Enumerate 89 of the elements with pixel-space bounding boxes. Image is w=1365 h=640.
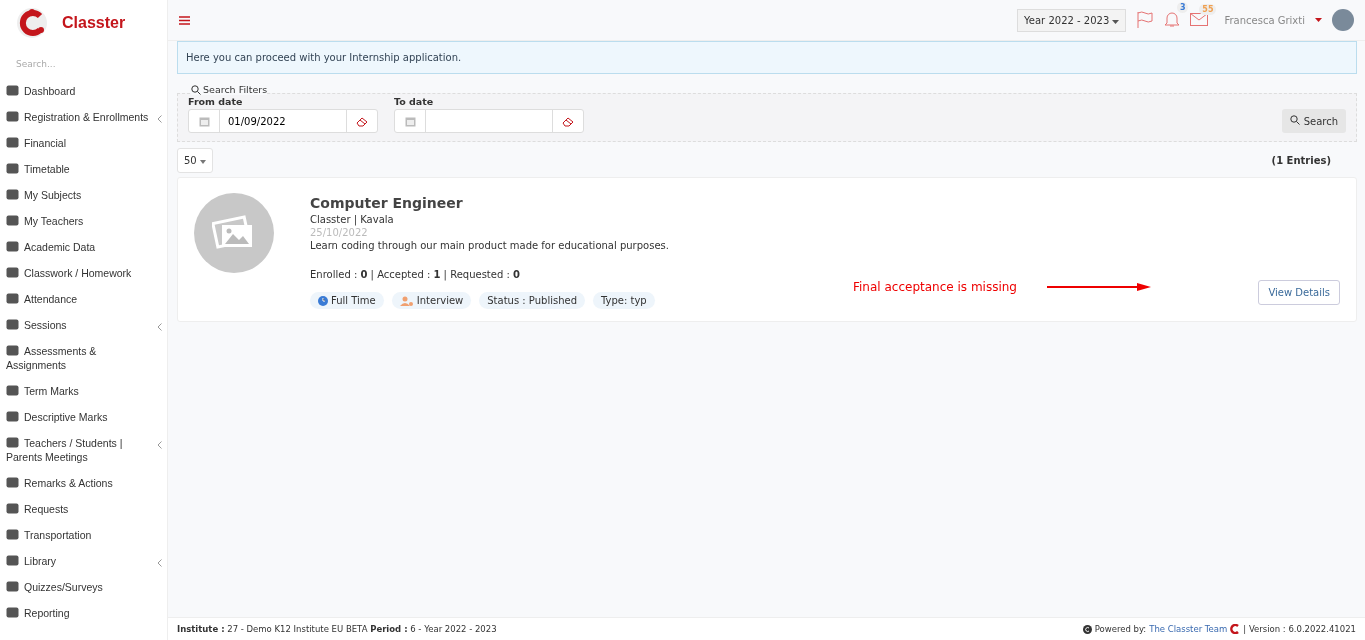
view-details-button[interactable]: View Details bbox=[1258, 280, 1340, 305]
copyright-icon bbox=[1082, 624, 1092, 634]
brand-name: Classter bbox=[62, 14, 126, 32]
sidebar-item[interactable]: Term Marks bbox=[0, 378, 167, 404]
tag: Interview bbox=[391, 292, 472, 309]
avatar[interactable] bbox=[1332, 9, 1354, 31]
square-icon bbox=[6, 189, 19, 200]
sidebar-item[interactable]: Dashboard bbox=[0, 78, 167, 104]
sidebar-item[interactable]: Remarks & Actions bbox=[0, 470, 167, 496]
square-icon bbox=[6, 345, 19, 356]
sidebar-item[interactable]: Classwork / Homework bbox=[0, 260, 167, 286]
annotation-text: Final acceptance is missing bbox=[853, 280, 1017, 294]
date-field[interactable] bbox=[394, 109, 584, 133]
sidebar-item[interactable]: Reporting bbox=[0, 600, 167, 626]
square-icon bbox=[6, 411, 19, 422]
bell-icon[interactable] bbox=[1164, 10, 1181, 28]
calendar-icon bbox=[198, 115, 210, 127]
sidebar-item[interactable]: Transportation bbox=[0, 522, 167, 548]
sidebar-item[interactable]: Quizzes/Surveys bbox=[0, 574, 167, 600]
date-field[interactable]: 01/09/2022 bbox=[188, 109, 378, 133]
square-icon bbox=[6, 111, 19, 122]
sidebar-item[interactable]: Library bbox=[0, 548, 167, 574]
field-label: To date bbox=[394, 96, 435, 107]
sidebar-item[interactable]: Descriptive Marks bbox=[0, 404, 167, 430]
square-icon bbox=[6, 319, 19, 330]
user-name[interactable]: Francesca Grixti bbox=[1224, 14, 1305, 26]
notification-count: 3 bbox=[1176, 2, 1189, 13]
sidebar-item[interactable]: Teachers / Students | Parents Meetings bbox=[0, 430, 167, 470]
eraser-icon[interactable] bbox=[561, 115, 575, 127]
team-link[interactable]: The Classter Team bbox=[1149, 624, 1228, 634]
sidebar-item[interactable]: Assessments & Assignments bbox=[0, 338, 167, 378]
person-icon bbox=[399, 295, 414, 306]
sidebar-item[interactable]: My Teachers bbox=[0, 208, 167, 234]
sidebar-item[interactable]: Requests bbox=[0, 496, 167, 522]
square-icon bbox=[6, 267, 19, 278]
menu-icon[interactable] bbox=[179, 15, 190, 25]
info-message: Here you can proceed with your Internship application. bbox=[177, 41, 1357, 74]
square-icon bbox=[6, 163, 19, 174]
version: | Version : 6.0.2022.41021 bbox=[1243, 624, 1356, 634]
caret-icon bbox=[1315, 18, 1322, 22]
sidebar-item[interactable]: Attendance bbox=[0, 286, 167, 312]
organization: Classter | Kavala bbox=[310, 214, 395, 225]
square-icon bbox=[6, 241, 19, 252]
square-icon bbox=[6, 137, 19, 148]
calendar-icon bbox=[404, 115, 416, 127]
search-icon bbox=[1290, 115, 1301, 125]
logo-icon bbox=[16, 7, 48, 39]
eraser-icon[interactable] bbox=[355, 115, 369, 127]
description: Learn coding through our main product made for educational purposes. bbox=[310, 240, 669, 251]
caret-icon bbox=[199, 160, 206, 164]
sidebar-item[interactable]: Sessions bbox=[0, 312, 167, 338]
sidebar-item[interactable]: My Subjects bbox=[0, 182, 167, 208]
date: 25/10/2022 bbox=[310, 227, 369, 238]
filters-legend: Search Filters bbox=[203, 84, 268, 95]
square-icon bbox=[6, 555, 19, 566]
square-icon bbox=[6, 85, 19, 96]
square-icon bbox=[6, 385, 19, 396]
tag: Full Time bbox=[310, 292, 384, 309]
entries-count: (1 Entries) bbox=[1271, 155, 1331, 166]
tag: Type: typ bbox=[593, 292, 655, 309]
envelope-icon[interactable] bbox=[1190, 12, 1209, 26]
clock-icon bbox=[318, 295, 328, 306]
tag: Status : Published bbox=[479, 292, 585, 309]
square-icon bbox=[6, 581, 19, 592]
square-icon bbox=[6, 503, 19, 514]
square-icon bbox=[6, 477, 19, 488]
caret-icon bbox=[1112, 19, 1120, 24]
sidebar-item[interactable]: Financial bbox=[0, 130, 167, 156]
search-icon bbox=[191, 84, 201, 95]
card-title[interactable]: Computer Engineer bbox=[310, 195, 669, 211]
message-count: 55 bbox=[1199, 4, 1217, 15]
sidebar-item[interactable]: Academic Data bbox=[0, 234, 167, 260]
footer-info: Institute : 27 - Demo K12 Institute EU BETA Period : 6 - Year 2022 - 2023 bbox=[177, 624, 497, 634]
logo-icon bbox=[1230, 624, 1241, 634]
counts: Enrolled : 0 | Accepted : 1 | Requested : 0 bbox=[310, 269, 521, 280]
square-icon bbox=[6, 215, 19, 226]
sidebar-item[interactable]: Registration & Enrollments bbox=[0, 104, 167, 130]
field-label: From date bbox=[188, 96, 244, 107]
sidebar-item[interactable]: Timetable bbox=[0, 156, 167, 182]
search-button[interactable]: Search bbox=[1282, 109, 1346, 133]
flag-icon[interactable] bbox=[1136, 11, 1155, 29]
arrow-icon bbox=[1046, 283, 1151, 291]
square-icon bbox=[6, 607, 19, 618]
page-size-dropdown[interactable]: 50 bbox=[177, 148, 213, 173]
square-icon bbox=[6, 529, 19, 540]
year-dropdown[interactable]: Year 2022 - 2023 bbox=[1017, 8, 1127, 32]
powered-by: Powered by: bbox=[1094, 624, 1147, 634]
square-icon bbox=[6, 293, 19, 304]
square-icon bbox=[6, 437, 19, 448]
